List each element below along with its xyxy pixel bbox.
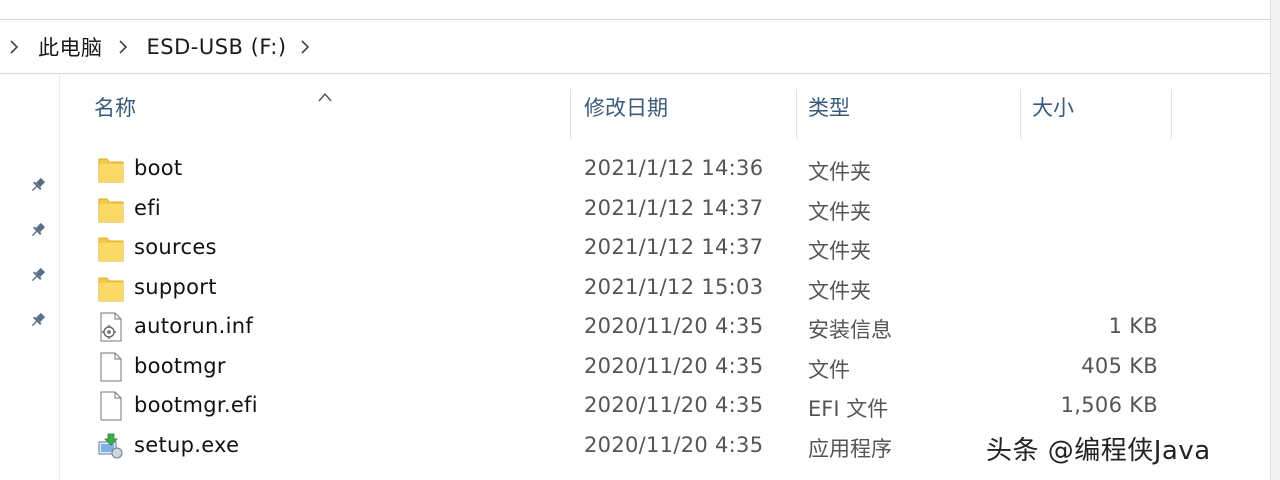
file-date: 2020/11/20 4:35 bbox=[584, 314, 764, 338]
file-type: 文件夹 bbox=[808, 160, 871, 184]
setup-info-file-icon bbox=[98, 312, 124, 342]
file-row-autorun[interactable]: autorun.inf 2020/11/20 4:35 安装信息 1 KB bbox=[60, 308, 1180, 348]
file-date: 2021/1/12 14:36 bbox=[584, 156, 764, 180]
column-header-date-label: 修改日期 bbox=[584, 96, 668, 120]
blank-file-icon bbox=[98, 352, 124, 382]
file-row-sources[interactable]: sources 2021/1/12 14:37 文件夹 bbox=[60, 229, 1180, 269]
file-explorer-window: 此电脑 ESD-USB (F:) 名称 修改日期 类型 大小 boot 2021… bbox=[0, 0, 1280, 480]
file-type: 文件 bbox=[808, 357, 850, 382]
navigation-pane bbox=[0, 75, 60, 480]
column-header-type[interactable]: 类型 bbox=[808, 75, 1018, 139]
folder-icon bbox=[98, 194, 124, 224]
file-date: 2021/1/12 14:37 bbox=[584, 235, 764, 259]
folder-icon bbox=[98, 233, 124, 263]
breadcrumb-drive[interactable]: ESD-USB (F:) bbox=[147, 35, 287, 59]
breadcrumb-this-pc[interactable]: 此电脑 bbox=[38, 32, 103, 62]
file-size: 1 KB bbox=[1108, 314, 1158, 338]
file-row-boot[interactable]: boot 2021/1/12 14:36 文件夹 bbox=[60, 150, 1180, 190]
file-name: boot bbox=[134, 156, 183, 180]
file-size: 405 KB bbox=[1081, 353, 1158, 378]
column-divider[interactable] bbox=[570, 89, 571, 139]
column-divider[interactable] bbox=[1020, 89, 1021, 139]
folder-icon bbox=[98, 273, 124, 303]
file-row-support[interactable]: support 2021/1/12 15:03 文件夹 bbox=[60, 269, 1180, 309]
column-header-name[interactable]: 名称 bbox=[94, 75, 564, 139]
file-type: EFI 文件 bbox=[808, 397, 889, 421]
file-size: 1,506 KB bbox=[1060, 393, 1158, 417]
file-date: 2020/11/20 4:35 bbox=[584, 393, 764, 417]
address-bar[interactable]: 此电脑 ESD-USB (F:) bbox=[0, 20, 1270, 74]
watermark-text: 头条 @编程侠Java bbox=[986, 436, 1211, 466]
file-name: efi bbox=[134, 195, 162, 220]
title-area bbox=[0, 0, 1270, 20]
blank-file-icon bbox=[98, 391, 124, 421]
file-date: 2020/11/20 4:35 bbox=[584, 353, 764, 378]
chevron-right-icon[interactable] bbox=[4, 37, 24, 57]
installer-icon bbox=[98, 431, 124, 461]
file-type: 安装信息 bbox=[808, 318, 892, 342]
file-type: 文件夹 bbox=[808, 239, 871, 263]
pin-icon[interactable] bbox=[28, 310, 48, 330]
column-header-date-modified[interactable]: 修改日期 bbox=[584, 75, 794, 139]
file-name: sources bbox=[134, 235, 217, 259]
file-name: setup.exe bbox=[134, 432, 240, 457]
chevron-right-icon[interactable] bbox=[113, 37, 133, 57]
file-name: support bbox=[134, 274, 217, 299]
folder-icon bbox=[98, 154, 124, 184]
file-name: bootmgr bbox=[134, 353, 226, 378]
column-divider[interactable] bbox=[1171, 89, 1172, 139]
pin-icon[interactable] bbox=[28, 265, 48, 285]
file-date: 2020/11/20 4:35 bbox=[584, 432, 764, 457]
file-type: 应用程序 bbox=[808, 436, 892, 461]
file-name: bootmgr.efi bbox=[134, 393, 258, 417]
file-type: 文件夹 bbox=[808, 278, 871, 303]
vertical-scrollbar[interactable] bbox=[1270, 0, 1280, 480]
file-name: autorun.inf bbox=[134, 314, 254, 338]
pin-icon[interactable] bbox=[28, 175, 48, 195]
column-header-row: 名称 修改日期 类型 大小 bbox=[60, 75, 1270, 139]
column-divider[interactable] bbox=[796, 89, 797, 139]
file-type: 文件夹 bbox=[808, 199, 871, 224]
column-header-size-label: 大小 bbox=[1032, 96, 1074, 120]
file-row-bootmgr[interactable]: bootmgr 2020/11/20 4:35 文件 405 KB bbox=[60, 348, 1180, 388]
column-header-name-label: 名称 bbox=[94, 96, 136, 120]
column-header-type-label: 类型 bbox=[808, 96, 850, 120]
file-row-bootmgr-efi[interactable]: bootmgr.efi 2020/11/20 4:35 EFI 文件 1,506… bbox=[60, 387, 1180, 427]
file-date: 2021/1/12 15:03 bbox=[584, 274, 764, 299]
file-row-efi[interactable]: efi 2021/1/12 14:37 文件夹 bbox=[60, 190, 1180, 230]
pin-icon[interactable] bbox=[28, 220, 48, 240]
chevron-right-icon[interactable] bbox=[295, 37, 315, 57]
column-header-size[interactable]: 大小 bbox=[1032, 75, 1170, 139]
file-date: 2021/1/12 14:37 bbox=[584, 195, 764, 220]
